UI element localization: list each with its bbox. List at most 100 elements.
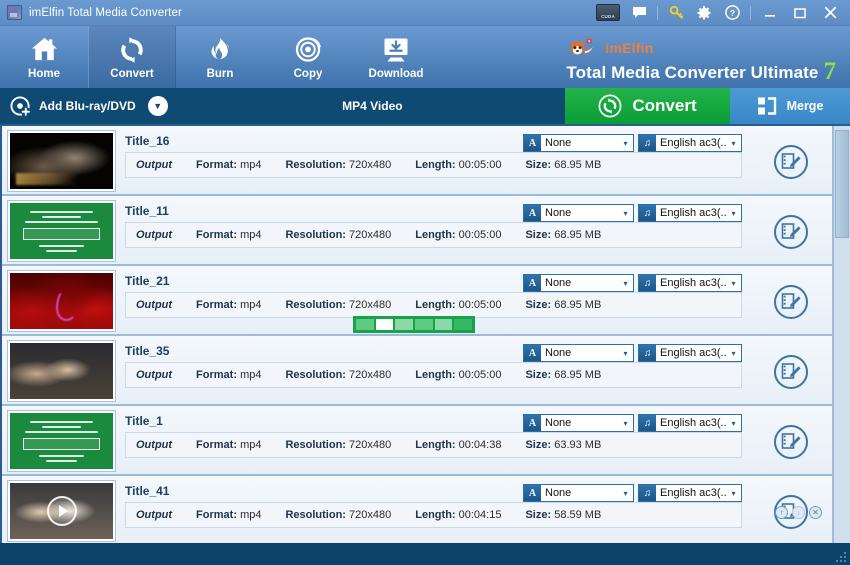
resolution-value: 720x480 — [349, 299, 392, 311]
length-label: Length: — [415, 509, 456, 521]
video-thumbnail[interactable] — [7, 130, 116, 192]
svg-text:?: ? — [729, 8, 734, 18]
format-label: Format: — [196, 439, 237, 451]
scrollbar-track[interactable] — [834, 126, 850, 543]
format-value: mp4 — [240, 439, 262, 451]
nav-item-download[interactable]: Download — [352, 26, 440, 88]
subtitle-dropdown[interactable]: A None ▾ — [523, 414, 634, 432]
close-glyph — [824, 6, 836, 19]
audio-value: English ac3(.. — [660, 347, 726, 359]
edit-video-button[interactable] — [750, 270, 832, 334]
resolution-label: Resolution: — [285, 439, 346, 451]
audio-value: English ac3(.. — [660, 207, 726, 219]
play-preview-button[interactable] — [46, 496, 77, 526]
table-row[interactable]: Title_1 Output Format: mp4 Resolution: 7… — [2, 406, 832, 476]
audio-dropdown[interactable]: ♫ English ac3(.. ▾ — [638, 344, 742, 362]
minimize-button[interactable] — [756, 2, 784, 24]
size-label: Size: — [525, 439, 552, 451]
audio-dropdown[interactable]: ♫ English ac3(.. ▾ — [638, 204, 742, 222]
audio-dropdown[interactable]: ♫ English ac3(.. ▾ — [638, 484, 742, 502]
gear-icon[interactable] — [691, 2, 717, 24]
nav-item-burn[interactable]: Burn — [176, 26, 264, 88]
edit-video-button[interactable] — [750, 130, 832, 194]
convert-glyph — [121, 36, 143, 63]
resolution-field: Resolution: 720x480 — [285, 299, 391, 311]
length-value: 00:05:00 — [458, 229, 502, 241]
table-row[interactable]: Title_11 Output Format: mp4 Resolution: … — [2, 196, 832, 266]
video-thumbnail[interactable] — [7, 340, 116, 402]
convert-button[interactable]: Convert — [565, 88, 730, 124]
thumbnail-image — [10, 343, 113, 399]
edit-video-button[interactable] — [750, 200, 832, 264]
remove-button[interactable]: ✕ — [809, 506, 822, 519]
row-details: Title_35 Output Format: mp4 Resolution: … — [115, 340, 750, 404]
nav-label-convert: Convert — [110, 67, 154, 80]
scrollbar-thumb[interactable] — [835, 130, 849, 238]
subtitle-dropdown[interactable]: A None ▾ — [523, 484, 634, 502]
merge-button[interactable]: Merge — [730, 88, 850, 124]
output-label: Output — [136, 229, 173, 241]
video-thumbnail[interactable] — [7, 410, 116, 472]
subtitle-icon: A — [524, 205, 541, 221]
video-thumbnail[interactable] — [7, 200, 116, 262]
size-field: Size: 58.59 MB — [525, 509, 601, 521]
subtitle-dropdown[interactable]: A None ▾ — [523, 274, 634, 292]
add-bluray-dvd-label: Add Blu-ray/DVD — [39, 99, 136, 113]
table-row[interactable]: Title_35 Output Format: mp4 Resolution: … — [2, 336, 832, 406]
subtitle-value: None — [545, 417, 572, 429]
chevron-down-icon: ▾ — [623, 208, 628, 218]
convert-icon — [118, 35, 146, 65]
edit-video-button[interactable] — [750, 410, 832, 474]
nav-item-home[interactable]: Home — [0, 26, 88, 88]
audio-dropdown[interactable]: ♫ English ac3(.. ▾ — [638, 414, 742, 432]
size-label: Size: — [525, 369, 552, 381]
subtitle-dropdown[interactable]: A None ▾ — [523, 134, 634, 152]
move-up-button[interactable]: ↑ — [775, 506, 788, 519]
resize-grip-icon[interactable] — [834, 550, 846, 562]
resolution-label: Resolution: — [285, 159, 346, 171]
nav-item-copy[interactable]: Copy — [264, 26, 352, 88]
output-info: Output Format: mp4 Resolution: 720x480 L… — [125, 502, 742, 528]
close-button[interactable] — [816, 2, 844, 24]
video-thumbnail[interactable] — [7, 480, 116, 542]
feedback-icon[interactable] — [626, 2, 652, 24]
row-details: Title_11 Output Format: mp4 Resolution: … — [115, 200, 750, 264]
chevron-down-icon: ▾ — [623, 138, 628, 148]
audio-dropdown[interactable]: ♫ English ac3(.. ▾ — [638, 274, 742, 292]
chevron-down-icon[interactable]: ▼ — [147, 96, 168, 116]
subtitle-dropdown[interactable]: A None ▾ — [523, 344, 634, 362]
film-pencil-glyph — [781, 293, 801, 309]
audio-dropdown[interactable]: ♫ English ac3(.. ▾ — [638, 134, 742, 152]
format-field: Format: mp4 — [196, 509, 261, 521]
cuda-badge-icon[interactable]: CUDA — [596, 4, 620, 21]
table-row[interactable]: Title_41 Output Format: mp4 Resolution: … — [2, 476, 832, 543]
help-icon[interactable]: ? — [719, 2, 745, 24]
table-row[interactable]: Title_21 Output Format: mp4 Resolution: … — [2, 266, 832, 336]
flame-icon — [206, 35, 234, 65]
move-down-button[interactable]: ↓ — [792, 506, 805, 519]
music-note-icon: ♫ — [639, 485, 656, 501]
film-pencil-glyph — [781, 433, 801, 449]
nav-label-burn: Burn — [206, 67, 234, 80]
title-bar: imElfin Total Media Converter CUDA ? — [0, 0, 850, 26]
resolution-label: Resolution: — [285, 299, 346, 311]
nav-item-convert[interactable]: Convert — [88, 26, 176, 88]
list-scrollbar[interactable] — [833, 126, 850, 543]
subtitle-dropdown[interactable]: A None ▾ — [523, 204, 634, 222]
chevron-down-icon: ▾ — [731, 208, 736, 218]
table-row[interactable]: Title_16 Output Format: mp4 Resolution: … — [2, 126, 832, 196]
key-icon[interactable] — [663, 2, 689, 24]
nav-label-download: Download — [368, 67, 424, 80]
merge-icon — [757, 97, 776, 115]
size-field: Size: 63.93 MB — [525, 439, 601, 451]
brand-bottom-row: Total Media Converter Ultimate 7 — [566, 59, 836, 84]
maximize-button[interactable] — [786, 2, 814, 24]
output-format-label[interactable]: MP4 Video — [179, 88, 565, 124]
resolution-label: Resolution: — [285, 229, 346, 241]
chevron-down-icon: ▾ — [623, 488, 628, 498]
video-thumbnail[interactable] — [7, 270, 116, 332]
edit-video-button[interactable] — [750, 340, 832, 404]
length-field: Length: 00:04:38 — [415, 439, 501, 451]
size-label: Size: — [525, 159, 552, 171]
add-bluray-dvd-button[interactable]: Add Blu-ray/DVD ▼ — [0, 88, 180, 124]
